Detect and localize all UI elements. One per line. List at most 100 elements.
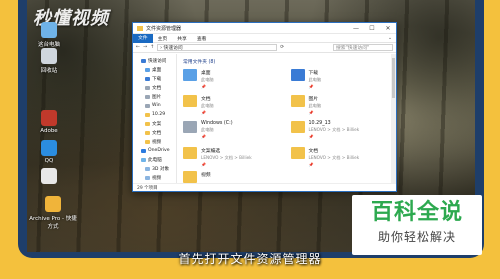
folder-tile[interactable]: 文档 LENOVO > 文档 > Billiek 📌 — [290, 147, 391, 167]
folder-name: 视频 — [201, 173, 211, 178]
search-input[interactable]: 搜索"快速访问" — [333, 44, 393, 51]
file-explorer-window[interactable]: 文件资源管理器 — ☐ ✕ 文件 主页 共享 查看 ⌄ ← → ↑ › 快速访问… — [132, 22, 397, 192]
folder-icon — [145, 166, 150, 171]
folder-icon — [183, 147, 197, 159]
folder-icon — [290, 147, 305, 159]
desktop-icon-recycle-bin[interactable]: 回收站 — [29, 48, 69, 74]
folder-icon — [145, 121, 150, 126]
desktop-icon-qq[interactable]: QQ — [29, 140, 69, 164]
nav-item-label: 此电脑 — [148, 157, 162, 163]
maximize-button[interactable]: ☐ — [364, 25, 380, 32]
pin-icon: 📌 — [308, 110, 314, 115]
recycle-bin-icon — [41, 48, 57, 64]
nav-item-label: 3D 对象 — [152, 166, 170, 172]
folder-icon — [183, 95, 197, 107]
ribbon-tabs: 文件 主页 共享 查看 ⌄ — [133, 33, 396, 43]
chevron-down-icon[interactable]: ⌄ — [388, 36, 396, 41]
up-button[interactable]: ↑ — [150, 45, 154, 50]
nav-item[interactable]: 文档 — [133, 128, 176, 137]
app-icon — [41, 168, 57, 184]
folder-tile[interactable]: 文档 此电脑 📌 — [183, 95, 283, 115]
desktop-icon-adobe[interactable]: Adobe — [29, 110, 69, 134]
brand-name: 百科全说 — [370, 200, 463, 225]
folder-icon — [145, 130, 150, 135]
nav-item-label: 视频 — [152, 175, 162, 181]
pin-icon: 📌 — [308, 162, 314, 167]
folder-icon — [141, 157, 146, 162]
adobe-icon — [41, 110, 57, 126]
qq-icon — [41, 140, 57, 156]
nav-item[interactable]: OneDrive — [133, 146, 176, 155]
forward-button[interactable]: → — [143, 45, 147, 50]
nav-item[interactable]: 快速访问 — [133, 56, 176, 65]
nav-item[interactable]: Win — [133, 101, 176, 110]
folder-tile[interactable]: 下载 此电脑 📌 — [290, 69, 391, 89]
tab-home[interactable]: 主页 — [153, 35, 173, 42]
nav-item[interactable]: 视频 — [133, 137, 176, 146]
pin-icon: 📌 — [201, 134, 206, 139]
folder-icon — [183, 121, 197, 133]
explorer-body: 快速访问 桌面 下载 文档 图片 Win 10.29 文案 文档 视频 OneDrive 此电脑 3D … — [133, 54, 396, 183]
folder-location: 此电脑 — [201, 77, 214, 82]
section-header-frequent-folders[interactable]: 常用文件夹 (8) — [183, 58, 390, 65]
nav-item[interactable]: 此电脑 — [133, 155, 176, 164]
desktop-icon-archive-pro[interactable]: Archive Pro - 快捷方式 — [29, 196, 77, 230]
pin-icon: 📌 — [308, 134, 314, 139]
folder-name: 文档 — [308, 149, 319, 154]
folder-location: 此电脑 — [308, 103, 322, 108]
folder-icon — [145, 94, 150, 99]
tab-file[interactable]: 文件 — [133, 33, 153, 43]
folder-icon — [183, 69, 197, 81]
refresh-icon[interactable]: ⟳ — [280, 45, 284, 50]
nav-item[interactable]: 图片 — [133, 92, 176, 101]
folder-icon — [290, 95, 305, 107]
brand-slogan: 助你轻松解决 — [377, 230, 456, 244]
computer-icon — [41, 22, 57, 38]
folder-icon — [290, 69, 305, 81]
tab-share[interactable]: 共享 — [172, 35, 192, 42]
item-count: 29 个项目 — [137, 185, 158, 191]
folder-location: 此电脑 — [201, 127, 214, 132]
title-bar[interactable]: 文件资源管理器 — ☐ ✕ — [133, 23, 396, 34]
pin-icon: 📌 — [201, 84, 206, 89]
pin-icon: 📌 — [201, 162, 206, 167]
folder-tile[interactable]: 文案编选 LENOVO > 文档 > Billiek 📌 — [183, 147, 283, 167]
nav-item[interactable]: 文档 — [133, 83, 176, 92]
back-button[interactable]: ← — [136, 45, 140, 50]
minimize-button[interactable]: — — [348, 25, 364, 32]
nav-item-label: 文档 — [152, 130, 162, 136]
folder-icon — [141, 58, 146, 63]
folder-icon — [145, 67, 150, 72]
close-button[interactable]: ✕ — [380, 25, 396, 32]
nav-item[interactable]: 文案 — [133, 119, 176, 128]
nav-item[interactable]: 3D 对象 — [133, 164, 176, 173]
address-input[interactable]: › 快速访问 — [157, 44, 278, 51]
pin-icon: 📌 — [201, 110, 206, 115]
archive-icon — [45, 196, 61, 212]
folder-icon — [145, 175, 150, 180]
nav-item-label: 图片 — [152, 94, 162, 100]
tab-view[interactable]: 查看 — [192, 35, 212, 42]
folder-name: Windows (C:) — [201, 121, 233, 126]
scrollbar[interactable] — [391, 54, 396, 183]
folder-tile[interactable]: 10.29_13 LENOVO > 文档 > Billiek 📌 — [290, 121, 391, 141]
folder-tile[interactable]: 图片 此电脑 📌 — [290, 95, 391, 115]
folder-location: LENOVO > 文档 > Billiek — [308, 127, 360, 132]
nav-item[interactable]: 10.29 — [133, 110, 176, 119]
folder-location: 此电脑 — [201, 103, 214, 108]
folder-name: 文档 — [201, 97, 211, 102]
scrollbar-thumb[interactable] — [392, 58, 395, 98]
folder-name: 桌面 — [201, 71, 211, 76]
address-bar-row: ← → ↑ › 快速访问 ⟳ 搜索"快速访问" — [133, 43, 396, 53]
folder-tile[interactable]: Windows (C:) 此电脑 📌 — [183, 121, 283, 141]
folder-tile[interactable]: 桌面 此电脑 📌 — [183, 69, 283, 89]
brand-badge: 百科全说 助你轻松解决 — [352, 195, 482, 255]
nav-item[interactable]: 桌面 — [133, 65, 176, 74]
folder-icon — [137, 25, 143, 31]
desktop-icon-app[interactable] — [29, 168, 69, 186]
nav-item[interactable]: 视频 — [133, 173, 176, 182]
folder-icon — [145, 76, 150, 81]
nav-item[interactable]: 下载 — [133, 74, 176, 83]
navigation-pane[interactable]: 快速访问 桌面 下载 文档 图片 Win 10.29 文案 文档 视频 OneDrive 此电脑 3D … — [133, 54, 177, 183]
desktop-icon-this-pc[interactable]: 这台电脑 — [29, 22, 69, 48]
